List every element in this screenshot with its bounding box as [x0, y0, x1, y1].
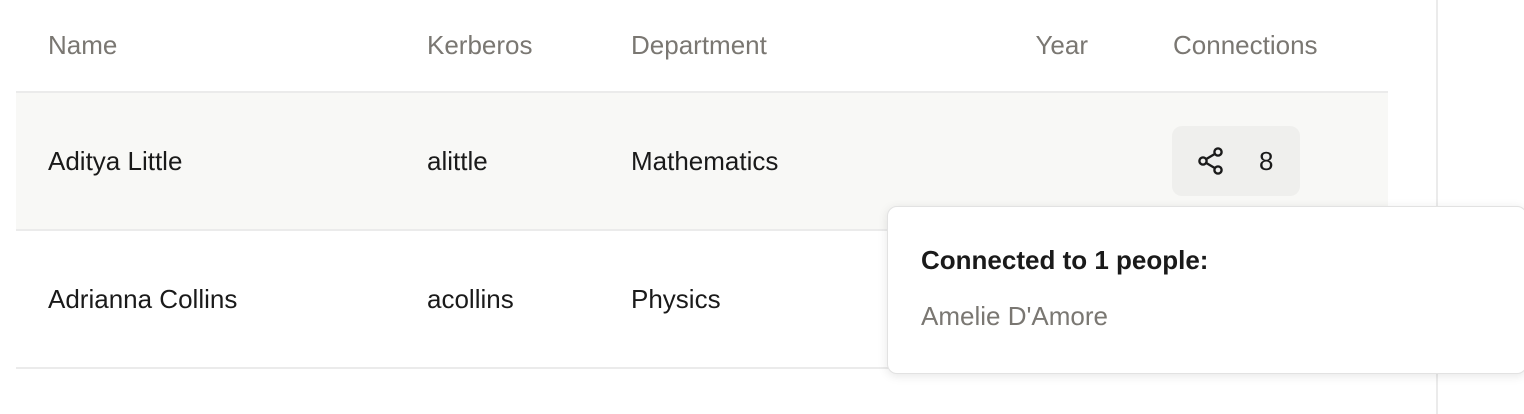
column-header-connections[interactable]: Connections — [1173, 0, 1318, 93]
column-header-department[interactable]: Department — [631, 0, 767, 93]
connections-count: 8 — [1259, 145, 1274, 176]
cell-name: Aditya Little — [48, 145, 183, 176]
cell-department: Mathematics — [631, 145, 779, 176]
connected-person[interactable]: Amelie D'Amore — [921, 301, 1108, 332]
connections-popover: Connected to 1 people: Amelie D'Amore — [887, 206, 1524, 374]
popover-title: Connected to 1 people: — [921, 245, 1209, 275]
share-icon — [1198, 147, 1223, 175]
table-header: Name Kerberos Department Year Connection… — [16, 0, 1388, 93]
cell-name: Adrianna Collins — [48, 283, 238, 314]
cell-kerberos: alittle — [427, 145, 488, 176]
connections-button[interactable]: 8 — [1172, 126, 1300, 196]
column-header-kerberos[interactable]: Kerberos — [427, 0, 533, 93]
column-header-name[interactable]: Name — [48, 0, 117, 93]
cell-kerberos: acollins — [427, 283, 514, 314]
column-header-year[interactable]: Year — [916, 0, 1088, 93]
cell-department: Physics — [631, 283, 721, 314]
